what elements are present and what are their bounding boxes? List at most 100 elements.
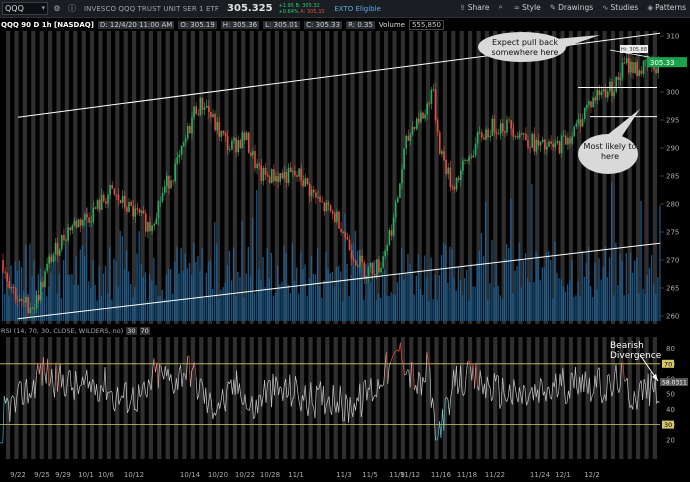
volume-bar	[445, 245, 447, 321]
candle-body	[613, 91, 615, 97]
candle-body	[611, 81, 613, 97]
volume-bar	[629, 252, 632, 321]
volume-bar	[644, 293, 646, 321]
volume-bar	[550, 259, 552, 321]
candle-body	[212, 113, 214, 118]
candle-body	[44, 271, 46, 287]
rsi-line-segment	[498, 376, 501, 409]
session-band	[560, 337, 565, 459]
volume-bar	[212, 288, 214, 321]
candle-body	[325, 202, 328, 212]
rsi-line-segment	[608, 374, 611, 387]
candle-body	[46, 263, 48, 272]
symbol-input[interactable]: QQQ ▾	[2, 2, 48, 15]
volume-bar	[575, 295, 577, 321]
volume-bar	[558, 278, 560, 321]
date-tick-label: 10/20	[207, 471, 229, 479]
rsi-line-segment	[583, 371, 586, 392]
candle-body	[193, 106, 195, 118]
candle-body	[174, 163, 176, 181]
zoom-button[interactable]: ⌕	[498, 2, 504, 12]
session-band	[358, 337, 363, 459]
style-button[interactable]: ≈ Style	[514, 3, 541, 12]
rsi-line-segment	[27, 393, 30, 404]
volume-bar	[329, 273, 331, 321]
patterns-button[interactable]: ◈ Patterns	[647, 3, 686, 12]
volume-bar	[128, 271, 130, 321]
rsi-line-segment	[128, 403, 131, 410]
session-band	[190, 337, 195, 459]
gear-icon[interactable]: ⚙	[51, 3, 63, 15]
volume-bar	[548, 250, 550, 321]
volume-bar	[96, 300, 98, 321]
volume-bar	[470, 263, 472, 321]
volume-bar	[20, 267, 23, 321]
volume-bar	[77, 284, 79, 321]
volume-bar	[289, 293, 291, 321]
volume-bar	[508, 248, 510, 321]
volume-bar	[537, 255, 539, 321]
share-button[interactable]: ⇪ Share	[460, 3, 490, 12]
volume-bar	[434, 274, 436, 321]
candle-body	[300, 168, 302, 181]
volume-bar	[436, 299, 438, 321]
volume-bar	[478, 250, 480, 321]
volume-bar	[480, 232, 483, 321]
candle-body	[560, 135, 563, 154]
rsi-header: RSI (14, 70, 30, CLOSE, WILDERS, no) 30 …	[0, 325, 690, 336]
candle-body	[573, 126, 575, 137]
volume-bar	[188, 262, 191, 321]
session-band	[81, 337, 86, 459]
session-band	[493, 337, 498, 459]
rsi-line-segment	[129, 397, 132, 405]
price-chart-panel[interactable]: 310305300295290285280275270265260305.33H…	[0, 31, 690, 324]
candle-body	[625, 58, 628, 64]
volume-bar	[447, 282, 449, 321]
candle-body	[485, 129, 487, 140]
volume-bar	[270, 252, 273, 321]
candle-body	[544, 139, 546, 150]
rsi-chart[interactable]: 80706050403020703058.0311	[0, 337, 690, 459]
volume-bar	[228, 251, 231, 321]
candle-body	[516, 136, 519, 138]
candle-body	[245, 132, 248, 141]
volume-bar	[258, 268, 260, 321]
candle-body	[203, 107, 206, 110]
studies-button[interactable]: ∿ Studies	[602, 3, 638, 12]
candle-body	[334, 213, 336, 222]
candle-body	[390, 230, 393, 236]
volume-bar	[102, 273, 105, 321]
candle-body	[493, 118, 496, 133]
volume-bar	[398, 273, 401, 321]
volume-bar	[100, 295, 102, 321]
chevron-down-icon[interactable]: ▾	[41, 3, 45, 14]
volume-bar	[583, 276, 585, 321]
info-icon[interactable]: ⓘ	[66, 3, 78, 15]
candle-body	[2, 260, 4, 272]
volume-bar	[163, 299, 165, 321]
rsi-line-segment	[348, 397, 351, 423]
drawings-button[interactable]: ✎ Drawings	[550, 3, 593, 12]
rsi-line-segment	[271, 373, 274, 408]
candle-body	[121, 195, 124, 203]
volume-bar	[119, 230, 121, 321]
candle-body	[426, 103, 428, 115]
candle-body	[600, 91, 603, 96]
magnifier-icon: ⌕	[498, 2, 503, 11]
volume-bar	[543, 267, 546, 321]
volume-bar	[73, 285, 75, 321]
volume-bar	[495, 264, 497, 321]
candle-body	[178, 154, 181, 158]
volume-label: Volume	[378, 20, 405, 29]
rsi-chart-panel[interactable]: 80706050403020703058.0311	[0, 337, 690, 459]
volume-bar	[627, 293, 630, 321]
candle-body	[373, 274, 376, 276]
price-chart[interactable]: 310305300295290285280275270265260305.33H…	[0, 31, 690, 324]
rsi-line-segment	[54, 362, 57, 398]
candle-body	[579, 119, 582, 127]
rsi-line-segment	[79, 384, 82, 387]
volume-bar	[377, 293, 380, 321]
candle-body	[596, 89, 599, 101]
volume-bar	[170, 269, 172, 321]
volume-bar	[573, 296, 575, 321]
